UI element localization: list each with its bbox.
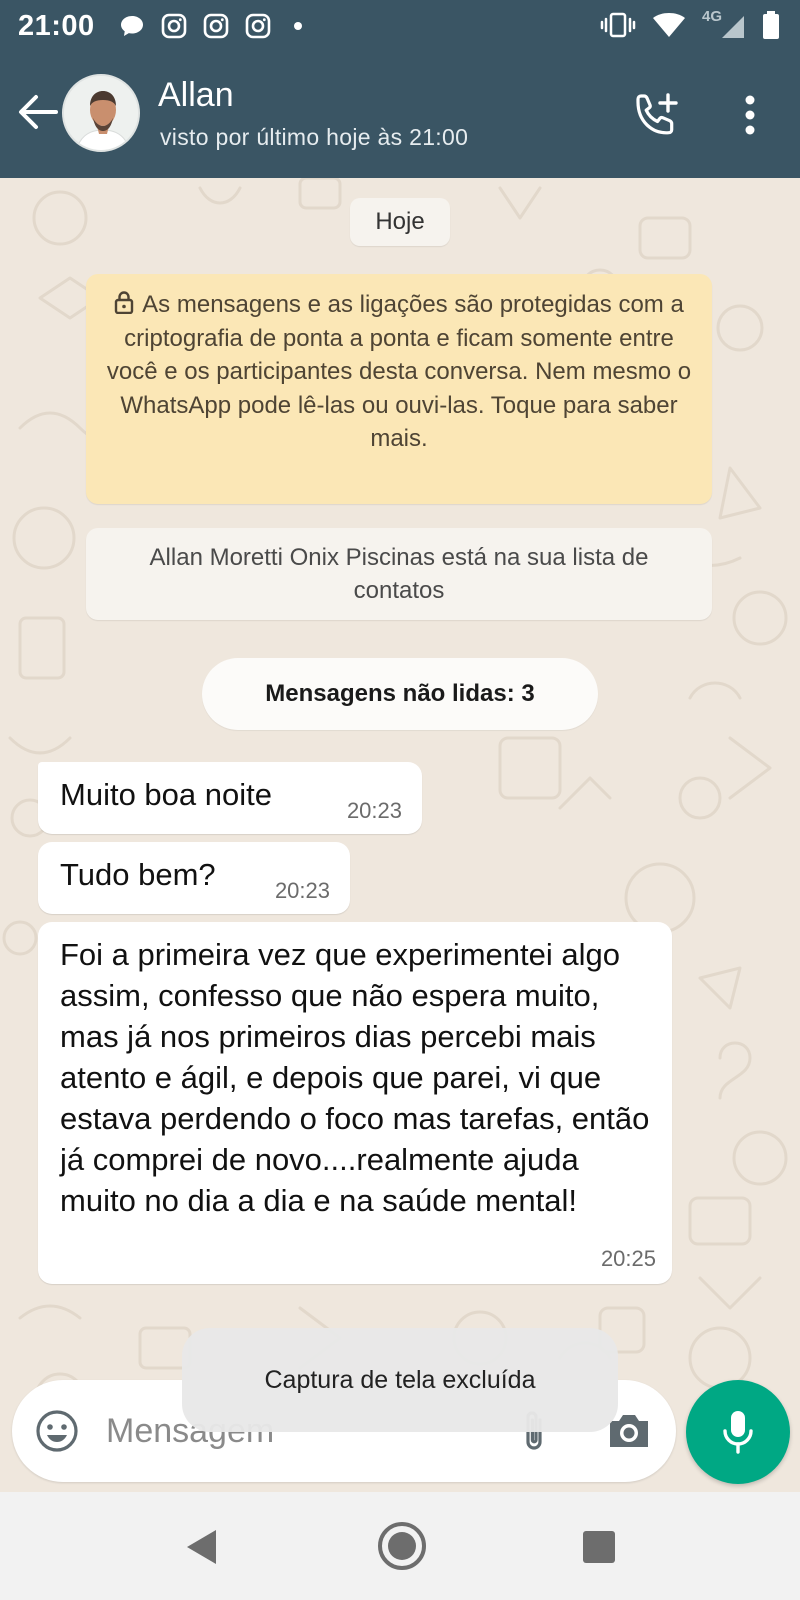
message-text: Tudo bem? [60, 857, 216, 892]
avatar[interactable] [62, 74, 140, 152]
microphone-icon [723, 1411, 753, 1454]
instagram-icon [160, 12, 188, 40]
more-options-button[interactable] [728, 88, 772, 142]
battery-icon [762, 10, 780, 40]
more-vertical-icon [745, 95, 755, 135]
nav-back-icon [187, 1530, 216, 1564]
message-text: Foi a primeira vez que experimentei algo… [60, 937, 650, 1218]
message-time: 20:23 [274, 878, 330, 903]
emoji-icon [36, 1410, 78, 1452]
back-button[interactable] [14, 88, 62, 136]
message-time: 20:25 [600, 1246, 656, 1271]
contact-notice: Allan Moretti Onix Piscinas está na sua … [86, 528, 712, 620]
contact-name[interactable]: Allan [158, 76, 234, 115]
instagram-icon [202, 12, 230, 40]
screenshot-deleted-toast: Captura de tela excluída [182, 1328, 618, 1432]
wifi-icon [652, 10, 686, 40]
nav-home-icon [378, 1522, 426, 1570]
nav-back-button[interactable] [176, 1522, 226, 1572]
message-bubble[interactable]: Tudo bem? 20:23 [38, 842, 350, 914]
contact-photo [64, 76, 138, 150]
add-call-icon [636, 93, 678, 135]
unread-messages-divider: Mensagens não lidas: 3 [202, 658, 598, 730]
encryption-notice[interactable]: As mensagens e as ligações são protegida… [86, 274, 712, 504]
network-type: 4G [702, 8, 723, 25]
last-seen-status: visto por último hoje às 21:00 [160, 124, 469, 150]
system-nav-bar [0, 1492, 800, 1600]
lock-icon [114, 291, 134, 314]
emoji-button[interactable] [34, 1408, 80, 1454]
chat-header: Allan visto por último hoje às 21:00 [0, 52, 800, 178]
signal-icon: 4G [702, 8, 746, 40]
encryption-notice-text: As mensagens e as ligações são protegida… [106, 291, 692, 452]
vibrate-icon [600, 10, 636, 40]
date-divider: Hoje [350, 198, 450, 246]
nav-recents-icon [583, 1531, 615, 1563]
more-notifications-dot [294, 22, 302, 30]
add-call-button[interactable] [630, 88, 684, 142]
arrow-left-icon [19, 95, 58, 129]
message-time: 20:23 [346, 798, 402, 823]
chat-bubble-icon [118, 12, 146, 40]
system-icons: 4G [600, 8, 780, 40]
nav-home-button[interactable] [374, 1518, 430, 1574]
instagram-icon [244, 12, 272, 40]
status-bar: 21:00 4G [0, 0, 800, 52]
chat-area[interactable]: Hoje As mensagens e as ligações são prot… [0, 178, 800, 1492]
message-text: Muito boa noite [60, 777, 272, 812]
nav-recents-button[interactable] [574, 1522, 624, 1572]
notification-icons [118, 12, 302, 40]
status-time: 21:00 [18, 10, 95, 42]
message-bubble[interactable]: Muito boa noite 20:23 [38, 762, 422, 834]
message-bubble[interactable]: Foi a primeira vez que experimentei algo… [38, 922, 672, 1284]
voice-message-button[interactable] [686, 1380, 790, 1484]
